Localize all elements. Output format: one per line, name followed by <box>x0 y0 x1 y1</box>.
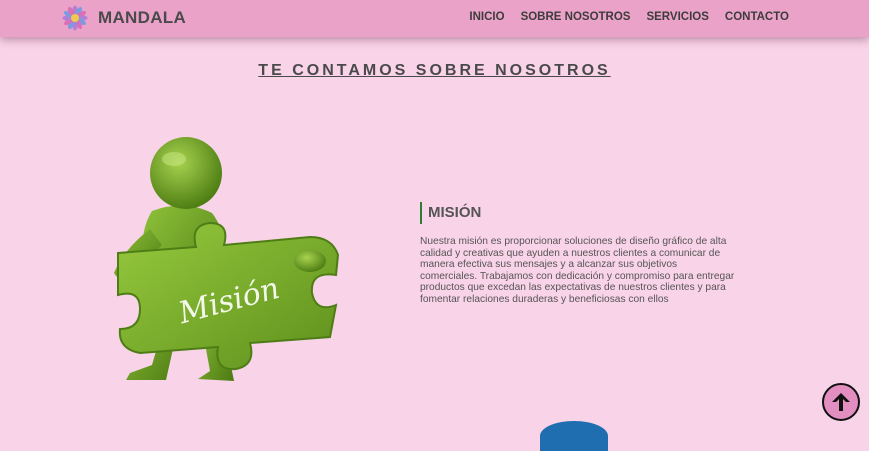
brand-name: MANDALA <box>98 8 187 27</box>
next-section-image <box>540 421 608 451</box>
mission-section: MISIÓN Nuestra misión es proporcionar so… <box>420 202 735 315</box>
section-title: TE CONTAMOS SOBRE NOSOTROS <box>258 62 611 80</box>
mission-text: Nuestra misión es proporcionar solucione… <box>420 236 735 305</box>
nav-link-contacto[interactable]: CONTACTO <box>725 11 789 23</box>
mission-heading: MISIÓN <box>420 202 735 224</box>
navbar: MANDALA INICIO SOBRE NOSOTROS SERVICIOS … <box>0 0 869 37</box>
nav-link-sobre-nosotros[interactable]: SOBRE NOSOTROS <box>521 11 631 23</box>
brand[interactable]: MANDALA <box>62 4 186 32</box>
mission-puzzle-illustration: Misión <box>114 137 340 381</box>
main-nav: INICIO SOBRE NOSOTROS SERVICIOS CONTACTO <box>469 11 789 23</box>
mandala-flower-icon <box>62 5 88 31</box>
arrow-up-icon <box>832 393 850 411</box>
nav-link-inicio[interactable]: INICIO <box>469 11 504 23</box>
back-to-top-button[interactable] <box>822 383 860 421</box>
nav-link-servicios[interactable]: SERVICIOS <box>646 11 708 23</box>
